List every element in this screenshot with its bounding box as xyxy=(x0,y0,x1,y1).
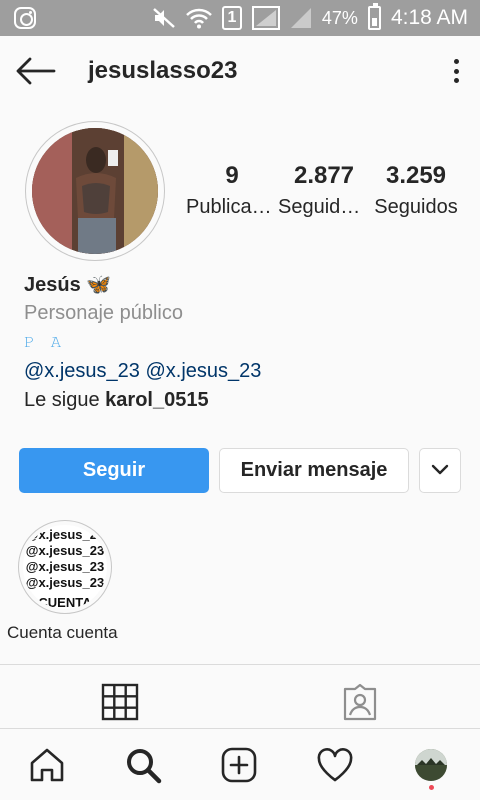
status-bar-right: 1 47% 4:18 AM xyxy=(152,0,468,36)
followers-count[interactable]: 2.877 Seguidores xyxy=(278,160,370,222)
clock: 4:18 AM xyxy=(390,6,468,29)
heart-icon[interactable] xyxy=(315,745,355,785)
profile-header: jesuslasso23 xyxy=(0,36,480,106)
more-options-icon[interactable] xyxy=(450,56,462,86)
story-highlight[interactable]: @x.jesus_23 @x.jesus_23 @x.jesus_23 @x.j… xyxy=(18,520,112,614)
signal-icon xyxy=(251,6,280,30)
bio-decor-p: 𝙿 xyxy=(24,334,37,351)
followed-by-user: karol_0515 xyxy=(105,389,209,411)
following-count-value: 3.259 xyxy=(385,162,447,189)
home-icon[interactable] xyxy=(27,745,67,785)
bio-mentions[interactable]: @x.jesus_23 @x.jesus_23 xyxy=(24,358,261,384)
posts-count-value: 9 xyxy=(225,162,239,189)
search-icon[interactable] xyxy=(123,745,163,785)
wifi-icon xyxy=(186,6,212,30)
posts-count: 9 Publicaciones xyxy=(186,160,278,222)
instagram-notification-icon xyxy=(14,7,36,29)
grid-icon[interactable] xyxy=(101,683,139,721)
followed-by-prefix: Le sigue xyxy=(24,389,106,411)
posts-count-label: Publicaciones xyxy=(186,196,278,218)
followers-count-value: 2.877 xyxy=(293,162,355,189)
highlight-cover-line: @x.jesus_23 xyxy=(25,575,105,590)
battery-percent: 47% xyxy=(321,7,358,28)
tabs-divider xyxy=(0,664,480,665)
followers-count-label: Seguidores xyxy=(278,196,370,218)
profile-name: Jesús 🦋 xyxy=(24,274,112,296)
follow-button[interactable]: Seguir xyxy=(19,448,209,493)
bottom-navigation xyxy=(0,728,480,800)
followed-by[interactable]: Le sigue karol_0515 xyxy=(24,387,209,413)
signal-strength-icon xyxy=(290,6,312,30)
bio-decor-a: 𝙰 xyxy=(50,334,64,351)
status-bar: 1 47% 4:18 AM xyxy=(0,0,480,36)
highlight-cover-line: CUENTA xyxy=(38,595,92,609)
suggested-accounts-button[interactable] xyxy=(419,448,461,493)
story-highlight-label: Cuenta cuenta xyxy=(7,623,118,642)
nav-profile-photo xyxy=(415,749,447,781)
following-count[interactable]: 3.259 Seguidos xyxy=(370,160,462,222)
profile-category: Personaje público xyxy=(24,302,183,324)
battery-icon xyxy=(367,3,381,30)
highlight-cover-line: @x.jesus_23 xyxy=(25,543,105,558)
highlight-cover-line: @x.jesus_23 xyxy=(25,559,105,574)
header-username: jesuslasso23 xyxy=(88,57,238,84)
story-highlight-cover: @x.jesus_23 @x.jesus_23 @x.jesus_23 @x.j… xyxy=(23,525,107,609)
back-arrow-icon[interactable] xyxy=(14,56,56,86)
sim-card-icon: 1 xyxy=(221,6,242,30)
bio-decor: 𝙿𝙰 xyxy=(24,333,77,353)
add-post-icon[interactable] xyxy=(219,745,259,785)
mute-icon xyxy=(152,6,176,30)
profile-avatar[interactable] xyxy=(25,121,165,261)
following-count-label: Seguidos xyxy=(374,196,458,218)
profile-avatar-icon[interactable] xyxy=(411,745,451,790)
tagged-person-icon[interactable] xyxy=(341,683,379,721)
highlight-cover-line: @x.jesus_23 xyxy=(25,527,105,542)
chevron-down-icon xyxy=(431,459,449,482)
send-message-button[interactable]: Enviar mensaje xyxy=(219,448,409,493)
notification-dot xyxy=(429,785,434,790)
profile-photo xyxy=(32,128,158,254)
